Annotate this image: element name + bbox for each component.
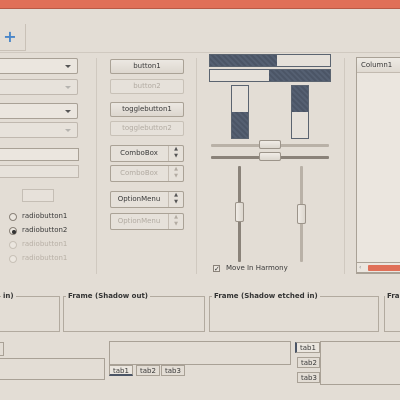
spin-entry-disabled: [22, 189, 54, 202]
tab-left-1[interactable]: tab1: [295, 342, 320, 353]
frame-shadow-in-label: in): [1, 292, 16, 301]
move-in-harmony-label: Move In Harmony: [226, 264, 288, 272]
optionmenu-1-label: OptionMenu: [117, 195, 161, 203]
radio-label-1: radiobutton1: [22, 212, 68, 220]
slider-horizontal-1-handle[interactable]: [259, 140, 281, 149]
tab-bottom-3[interactable]: tab3: [161, 365, 185, 376]
frame-shadow-etched-out: [384, 296, 400, 332]
notebook-bottom-panel: [109, 341, 291, 365]
chevron-down-icon[interactable]: [60, 104, 77, 118]
tab-left-3[interactable]: tab3: [297, 372, 320, 383]
frame-shadow-out-label: Frame (Shadow out): [66, 292, 150, 301]
scrollbar-thumb[interactable]: [368, 265, 400, 271]
radio-button-4-disabled: [9, 255, 17, 263]
progress-bar-vertical-1: [231, 85, 249, 139]
tree-horizontal-scrollbar[interactable]: ‹: [356, 262, 400, 273]
updown-arrows-icon: ▲ ▼: [168, 214, 183, 229]
updown-arrows-icon: ▲ ▼: [168, 192, 183, 207]
combobox-1-label: ComboBox: [120, 149, 158, 157]
radio-label-4: radiobutton1: [22, 254, 68, 262]
notebook-left-panel: [320, 341, 400, 385]
progress-fill: [268, 70, 330, 81]
text-entry-2-disabled: [0, 165, 79, 178]
tab-bottom-2[interactable]: tab2: [136, 365, 160, 376]
text-entry-1[interactable]: [0, 148, 79, 161]
frame-shadow-etched-in: [209, 296, 379, 332]
slider-vertical-1-handle[interactable]: [235, 202, 244, 222]
toolbar-separator: [0, 52, 400, 53]
optionmenu-2-label: OptionMenu: [117, 217, 161, 225]
progress-bar-horizontal-2: [209, 69, 331, 82]
radio-button-2[interactable]: [9, 227, 17, 235]
optionmenu-2-disabled: OptionMenu ▲ ▼: [110, 213, 184, 230]
scroll-left-icon[interactable]: ‹: [359, 264, 361, 271]
plus-icon[interactable]: +: [3, 29, 17, 45]
togglebutton1[interactable]: togglebutton1: [110, 102, 184, 117]
optionmenu-1[interactable]: OptionMenu ▲ ▼: [110, 191, 184, 208]
slider-horizontal-2-handle[interactable]: [259, 152, 281, 161]
radio-label-2: radiobutton2: [22, 226, 68, 234]
radio-button-1[interactable]: [9, 213, 17, 221]
tab-left-2[interactable]: tab2: [297, 357, 320, 368]
progress-fill: [210, 55, 278, 66]
button1[interactable]: button1: [110, 59, 184, 74]
chevron-down-icon: [60, 80, 77, 94]
tab-bottom-1[interactable]: tab1: [109, 365, 133, 376]
progress-bar-vertical-2: [291, 85, 309, 139]
combobox-2-label: ComboBox: [120, 169, 158, 177]
column-separator: [344, 58, 345, 274]
move-in-harmony-checkbox[interactable]: ✓: [213, 265, 220, 273]
progress-bar-horizontal-1: [209, 54, 331, 67]
tree-view[interactable]: Column1: [356, 57, 400, 274]
notebook-top-panel: [0, 358, 105, 380]
column-separator: [96, 58, 97, 274]
frame-shadow-etched-in-label: Frame (Shadow etched in): [212, 292, 320, 301]
combo-box-2-disabled: [0, 122, 78, 138]
progress-fill: [232, 112, 248, 138]
chevron-down-icon[interactable]: [60, 59, 77, 73]
updown-arrows-icon: ▲ ▼: [168, 146, 183, 161]
window-titlebar: [0, 0, 400, 9]
notebook-top-tab[interactable]: [0, 342, 4, 356]
combobox-1[interactable]: ComboBox ▲ ▼: [110, 145, 184, 162]
combobox-2-disabled: ComboBox ▲ ▼: [110, 165, 184, 182]
column1-header[interactable]: Column1: [361, 61, 392, 69]
combo-box-1[interactable]: [0, 103, 78, 119]
frame-shadow-out: [63, 296, 205, 332]
check-icon: ✓: [214, 265, 220, 273]
tree-header: Column1: [357, 58, 400, 73]
combo-entry-1[interactable]: [0, 58, 78, 74]
radio-button-3-disabled: [9, 241, 17, 249]
combo-entry-2-disabled: [0, 79, 78, 95]
chevron-down-icon: [60, 123, 77, 137]
progress-fill: [292, 86, 308, 112]
radio-label-3: radiobutton1: [22, 240, 68, 248]
column-separator: [196, 58, 197, 274]
slider-vertical-2-handle[interactable]: [297, 204, 306, 224]
frame-shadow-etched-out-label: Fra: [385, 292, 400, 301]
button2-disabled: button2: [110, 79, 184, 94]
frame-shadow-in: [0, 296, 60, 332]
togglebutton2-disabled: togglebutton2: [110, 121, 184, 136]
updown-arrows-icon: ▲ ▼: [168, 166, 183, 181]
